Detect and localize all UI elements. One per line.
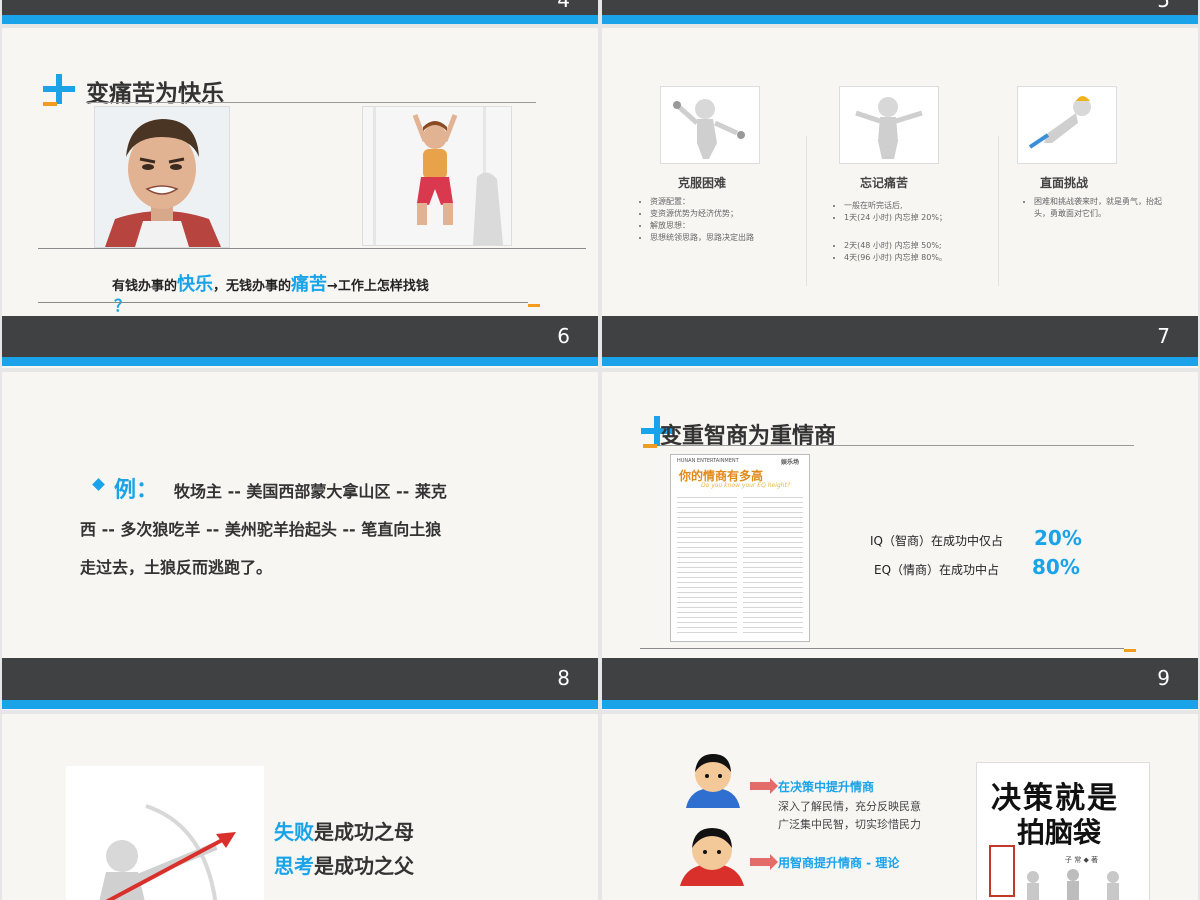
motto-text: 是成功之父 [314,854,414,878]
bullet-item: 变资源优势为经济优势； [650,208,798,220]
column-bullets: 一般在听完话后, 1天(24 小时) 内忘掉 20%； 2天(48 小时) 内忘… [832,200,992,264]
slide-6[interactable]: 变痛苦为快乐 有钱办事的快乐，无钱办事的痛苦→工作上怎样找钱 ？ 6 [2,28,598,368]
caption-highlight: 痛苦 [291,274,328,295]
motto-line-2: 思考是成功之父 [274,850,414,879]
iq-value: 20% [1034,526,1082,550]
bullet-item: 4天(96 小时) 内忘掉 80%。 [844,252,992,264]
forget-figure-image [839,86,939,164]
divider-line [38,248,586,249]
silhouettes-image [1027,869,1119,900]
slide-footer-bar: 5 [602,0,1198,15]
bullet-item: 困难和挑战袭来时，就是勇气，抬起头，勇敢面对它们。 [1034,196,1172,220]
bullet-item: 资源配置： [650,196,798,208]
bullet-item: 2天(48 小时) 内忘掉 50%; [844,240,992,252]
doc-subtitle: Do you know your EQ height? [701,482,791,489]
column-title: 克服困难 [678,176,727,190]
slide-9[interactable]: 变重智商为重情商 HUNAN ENTERTAINMENT 娱乐场 你的情商有多高… [602,372,1198,710]
doc-text-column [743,493,803,633]
slide-footer-accent [2,15,598,24]
slide-4[interactable]: 4 [2,0,598,24]
bullet-item: 思想统领思路，思路决定出路 [650,232,798,244]
column-divider [806,136,807,286]
title-underline [86,102,536,103]
book-title-2: 拍脑袋 [1017,816,1102,849]
column-bullets: 困难和挑战袭来时，就是勇气，抬起头，勇敢面对它们。 [1022,196,1172,220]
slide-footer-accent [602,15,1198,24]
plus-icon-bar [43,86,75,92]
person-avatar-icon [676,826,748,886]
column-title: 直面挑战 [1040,176,1089,190]
example-label: 例： [114,478,159,503]
doc-header: HUNAN ENTERTAINMENT [677,458,739,464]
slide-7[interactable]: 克服困难 资源配置： 变资源优势为经济优势； 解放思想： 思想统领思路，思路决定… [602,28,1198,368]
bullet-item: 一般在听完话后, [844,200,992,212]
book-cover-image: 决策就是 拍脑袋 子 常 ◆ 著 [976,762,1150,900]
slide-number: 4 [557,0,570,12]
item2-title: 用智商提升情商 - 理论 [778,856,900,870]
orange-dash [1124,649,1136,652]
example-line-2: 西 -- 多次狼吃羊 -- 美州驼羊抬起头 -- 笔直向土狼 [80,520,442,539]
divider-line [38,302,528,303]
eq-label: EQ（情商）在成功中占 [874,563,1000,577]
slide-caption: 有钱办事的快乐，无钱办事的痛苦→工作上怎样找钱 [112,270,429,296]
red-seal [989,845,1015,897]
slide-footer-accent [2,357,598,366]
item1-text-2: 广泛集中民智，切实珍惜民力 [778,818,921,831]
slide-number: 5 [1157,0,1170,12]
example-line-3: 走过去，土狼反而逃跑了。 [80,558,273,577]
item1-text-1: 深入了解民情，充分反映民意 [778,800,921,813]
slide-footer-bar: 6 [2,316,598,357]
slide-footer-accent [2,700,598,709]
slide-footer-accent [602,700,1198,709]
title-underline [660,445,1134,446]
caption-highlight: 快乐 [177,274,214,295]
slide-8[interactable]: 例： 牧场主 -- 美国西部蒙大拿山区 -- 莱克 西 -- 多次狼吃羊 -- … [2,372,598,710]
diamond-bullet-icon [92,478,105,491]
motto-text: 是成功之母 [314,820,414,844]
orange-dash [43,102,57,106]
orange-dash [528,304,540,307]
slide-5[interactable]: 5 [602,0,1198,24]
slide-11[interactable]: 在决策中提升情商 深入了解民情，充分反映民意 广泛集中民智，切实珍惜民力 用智商… [602,714,1198,900]
slide-footer-bar: 8 [2,658,598,700]
magazine-page-image: HUNAN ENTERTAINMENT 娱乐场 你的情商有多高 Do you k… [670,454,810,642]
motto-accent: 思考 [274,854,314,878]
slide-number: 9 [1157,666,1170,690]
caption-text: →工作上怎样找钱 [327,279,429,294]
doc-header-right: 娱乐场 [780,459,799,466]
motto-line-1: 失败是成功之母 [274,816,414,845]
arrow-head-icon [770,854,778,870]
divider-line [640,648,1124,649]
challenge-figure-image [1017,86,1117,164]
slide-number: 6 [557,324,570,348]
eq-value: 80% [1032,555,1080,579]
jumping-girl-photo [362,106,512,246]
person-avatar-icon [680,752,746,808]
motto-accent: 失败 [274,820,314,844]
bullet-item: 1天(24 小时) 内忘掉 20%； [844,212,992,224]
slide-number: 8 [557,666,570,690]
orange-dash [643,444,657,448]
doc-text-column [677,493,737,633]
caption-question-mark: ？ [114,296,131,315]
column-title: 忘记痛苦 [860,176,909,190]
iq-label: IQ（智商）在成功中仅占 [870,534,1003,548]
arrow-head-icon [770,778,778,794]
item1-title: 在决策中提升情商 [778,780,875,794]
example-line-1: 牧场主 -- 美国西部蒙大拿山区 -- 莱克 [174,482,447,501]
overcome-figure-image [660,86,760,164]
column-bullets: 资源配置： 变资源优势为经济优势； 解放思想： 思想统领思路，思路决定出路 [638,196,798,244]
slide-10[interactable]: 失败是成功之母 思考是成功之父 [2,714,598,900]
slide-number: 7 [1157,324,1170,348]
slide-footer-bar: 9 [602,658,1198,700]
slide-footer-accent [602,357,1198,366]
slide-footer-bar: 7 [602,316,1198,357]
bullet-item: 解放思想： [650,220,798,232]
archer-figure-image [66,766,264,900]
column-divider [998,136,999,286]
angry-man-photo [94,106,230,248]
slide-footer-bar: 4 [2,0,598,15]
caption-text: ，无钱办事的 [213,279,292,294]
